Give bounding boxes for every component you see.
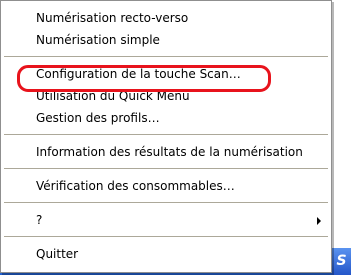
menu-item-duplex-scan[interactable]: Numérisation recto-verso [3,7,329,29]
menu-item-profile-management[interactable]: Gestion des profils… [3,107,329,129]
menu-item-quit[interactable]: Quitter [3,243,329,265]
menu-item-scan-results-info[interactable]: Information des résultats de la numérisa… [3,141,329,163]
menu-separator [4,202,328,203]
menu-separator [4,134,328,135]
menu-item-simplex-scan[interactable]: Numérisation simple [3,29,329,51]
menu-separator [4,168,328,169]
menu-item-check-consumables[interactable]: Vérification des consommables… [3,175,329,197]
menu-item-help-label: ? [36,213,43,227]
chevron-right-icon [317,217,321,225]
menu-item-help[interactable]: ? [3,209,329,231]
menu-item-scan-button-settings[interactable]: Configuration de la touche Scan… [3,63,329,85]
scanner-tray-icon[interactable]: S [332,248,351,275]
screen: S Numérisation recto-verso Numérisation … [0,0,351,275]
menu-item-quick-menu[interactable]: Utilisation du Quick Menu [3,85,329,107]
context-menu: Numérisation recto-verso Numérisation si… [0,0,332,273]
menu-separator [4,56,328,57]
menu-separator [4,236,328,237]
